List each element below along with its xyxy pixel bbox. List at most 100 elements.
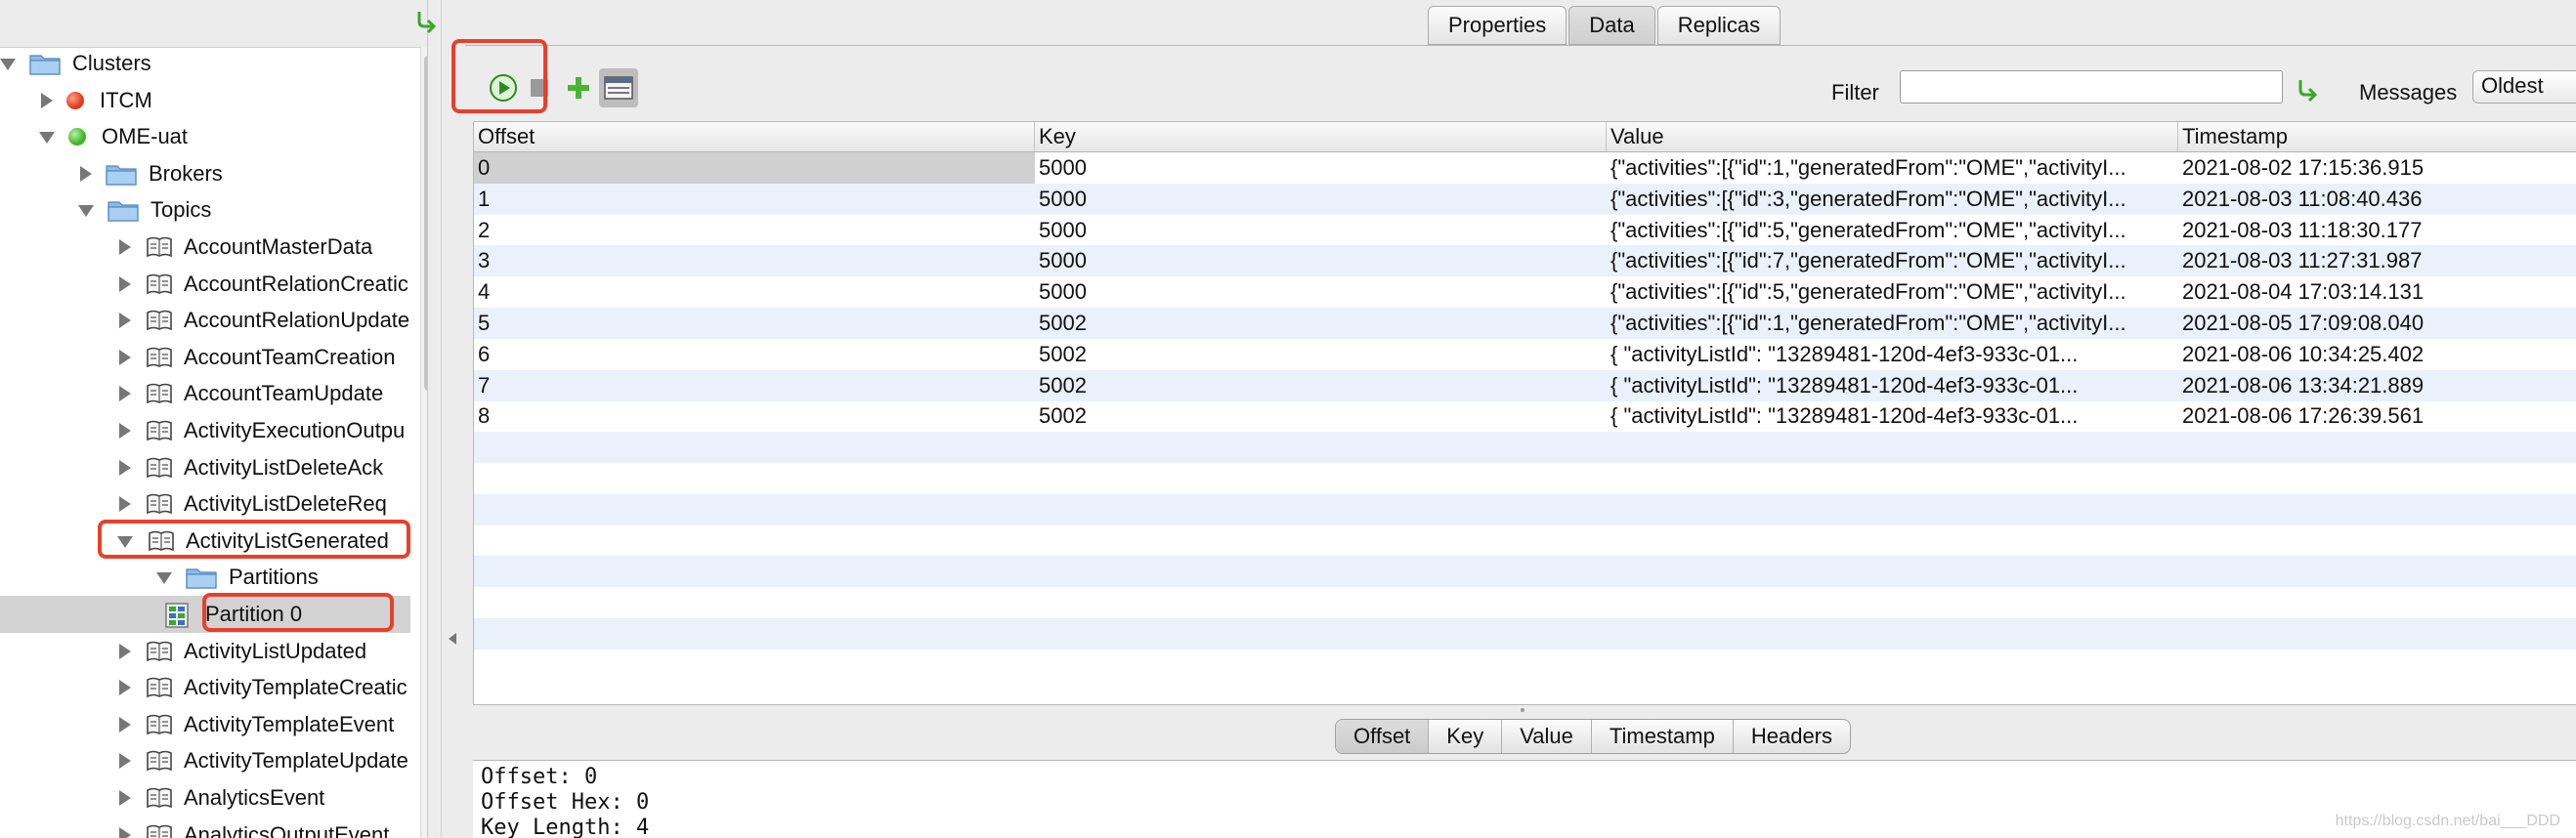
tree-item-partitions[interactable]: Partitions [0,559,410,596]
collapsed-triangle-icon[interactable] [119,680,131,696]
status-green-icon [68,128,86,147]
collapsed-triangle-icon[interactable] [80,165,92,182]
detail-tab-offset[interactable]: Offset [1336,720,1430,753]
tree-item-activitytemplateevent[interactable]: ActivityTemplateEvent [0,706,410,743]
table-row[interactable]: 0 5000 {"activities":[{"id":1,"generatedFr… [474,152,2576,184]
detail-tab-value[interactable]: Value [1502,720,1592,753]
cell-value: { "activityListId": "13289481-120d-4ef3-… [1610,341,2079,366]
collapsed-triangle-icon[interactable] [119,459,131,476]
collapsed-triangle-icon[interactable] [119,423,131,439]
folder-icon [29,52,61,75]
expanded-triangle-icon[interactable] [78,205,94,218]
tab-data[interactable]: Data [1568,6,1655,45]
tree-item-activitytemplatecreatic[interactable]: ActivityTemplateCreatic [0,669,410,706]
cell-value: {"activities":[{"id":1,"generatedFrom":"… [1610,311,2126,335]
messages-select[interactable]: Oldest [2472,70,2576,104]
column-header-key[interactable]: Key [1035,122,1607,151]
table-row[interactable]: 2 5000 {"activities":[{"id":5,"generatedFr… [474,215,2576,246]
table-row[interactable]: 4 5000 {"activities":[{"id":5,"generatedFr… [474,276,2576,308]
column-header-value[interactable]: Value [1607,122,2178,151]
tree-item-analyticsoutputevent[interactable]: AnalyticsOutputEvent [0,817,410,838]
detail-splitter[interactable] [473,707,2576,713]
collapsed-triangle-icon[interactable] [119,790,131,806]
table-row[interactable]: 5 5002 {"activities":[{"id":1,"generatedFr… [474,308,2576,339]
messages-table: Offset Key Value Timestamp 0 5000 {"activitie… [473,121,2576,705]
tree-item-label: ActivityListDeleteAck [184,454,384,480]
tree-item-accountmasterdata[interactable]: AccountMasterData [0,229,410,266]
collapsed-triangle-icon[interactable] [119,349,131,365]
expanded-triangle-icon[interactable] [0,59,16,70]
detail-tab-timestamp[interactable]: Timestamp [1592,720,1734,753]
tab-replicas[interactable]: Replicas [1656,6,1782,45]
add-button[interactable] [561,70,596,105]
refresh-icon[interactable] [414,8,440,37]
cell-value: {"activities":[{"id":1,"generatedFrom":"… [1610,155,2126,180]
cell-timestamp: 2021-08-04 17:03:14.131 [2182,279,2425,305]
columns-button[interactable] [599,68,638,107]
cell-key: 5002 [1039,341,1087,366]
tree-item-label: AccountTeamUpdate [184,381,384,406]
cell-offset: 3 [478,248,491,273]
tab-properties[interactable]: Properties [1428,6,1567,45]
collapsed-triangle-icon[interactable] [119,386,131,402]
column-header-offset[interactable]: Offset [474,122,1035,151]
filter-label: Filter [1831,80,1879,105]
tree-item-label: Brokers [149,160,223,186]
topic-book-icon [145,785,174,811]
messages-label: Messages [2359,80,2458,105]
collapsed-triangle-icon[interactable] [41,92,53,108]
filter-input[interactable] [1900,70,2283,104]
column-header-timestamp[interactable]: Timestamp [2178,122,2576,151]
tree-item-clusters[interactable]: Clusters [0,45,410,82]
tree-scrollbar[interactable] [420,47,427,838]
collapsed-triangle-icon[interactable] [119,753,131,770]
collapsed-triangle-icon[interactable] [119,275,131,292]
tree-item-activitylistupdated[interactable]: ActivityListUpdated [0,633,410,670]
collapsed-triangle-icon[interactable] [119,239,131,255]
cell-key: 5000 [1039,155,1087,180]
tree-item-activitylistdeletereq[interactable]: ActivityListDeleteReq [0,485,410,523]
tree-item-brokers[interactable]: Brokers [0,155,410,192]
tree-item-activitylistdeleteack[interactable]: ActivityListDeleteAck [0,449,410,486]
collapsed-triangle-icon[interactable] [119,826,131,838]
empty-table-row [474,493,2576,525]
detail-tab-key[interactable]: Key [1429,720,1503,753]
tree-item-activitytemplateupdate[interactable]: ActivityTemplateUpdate [0,742,410,779]
tree-item-label: ActivityListUpdated [184,638,367,663]
tree-item-activityexecutionoutpu[interactable]: ActivityExecutionOutpu [0,412,410,449]
table-row[interactable]: 7 5002 { "activityListId": "13289481-120d-… [474,369,2576,401]
cell-key: 5000 [1039,248,1087,273]
topic-book-icon [145,234,174,260]
cell-key: 5000 [1039,279,1087,305]
panel-splitter[interactable] [417,0,466,838]
tree-item-accountteamupdate[interactable]: AccountTeamUpdate [0,375,410,412]
collapsed-triangle-icon[interactable] [119,496,131,513]
tree-scrollbar-thumb[interactable] [424,55,427,392]
table-row[interactable]: 1 5000 {"activities":[{"id":3,"generatedFr… [474,183,2576,215]
splitter-grip-icon[interactable] [449,633,456,645]
table-row[interactable]: 3 5000 {"activities":[{"id":7,"generatedFr… [474,245,2576,277]
columns-icon [604,76,633,100]
tree-item-accountrelationcreatic[interactable]: AccountRelationCreatic [0,266,410,303]
expanded-triangle-icon[interactable] [39,132,55,145]
tree-item-analyticsevent[interactable]: AnalyticsEvent [0,779,410,817]
tree-item-accountrelationupdate[interactable]: AccountRelationUpdate [0,302,410,339]
cell-key: 5002 [1039,403,1087,429]
table-row[interactable]: 8 5002 { "activityListId": "13289481-120d-… [474,400,2576,432]
expanded-triangle-icon[interactable] [156,572,172,585]
collapsed-triangle-icon[interactable] [119,313,131,329]
table-row[interactable]: 6 5002 { "activityListId": "13289481-120d-… [474,339,2576,370]
tree-item-itcm[interactable]: ITCM [0,82,410,119]
collapsed-triangle-icon[interactable] [119,643,131,659]
tree-item-ome-uat[interactable]: OME-uat [0,118,410,155]
topic-book-icon [145,748,174,774]
apply-filter-icon[interactable] [2296,76,2321,105]
tree-item-accountteamcreation[interactable]: AccountTeamCreation [0,339,410,376]
detail-tab-headers[interactable]: Headers [1734,720,1850,753]
cell-timestamp: 2021-08-03 11:27:31.987 [2182,248,2423,273]
empty-table-row [474,587,2576,618]
topic-book-icon [145,345,174,370]
empty-table-row [474,649,2576,681]
tree-item-topics[interactable]: Topics [0,191,410,229]
collapsed-triangle-icon[interactable] [119,716,131,733]
